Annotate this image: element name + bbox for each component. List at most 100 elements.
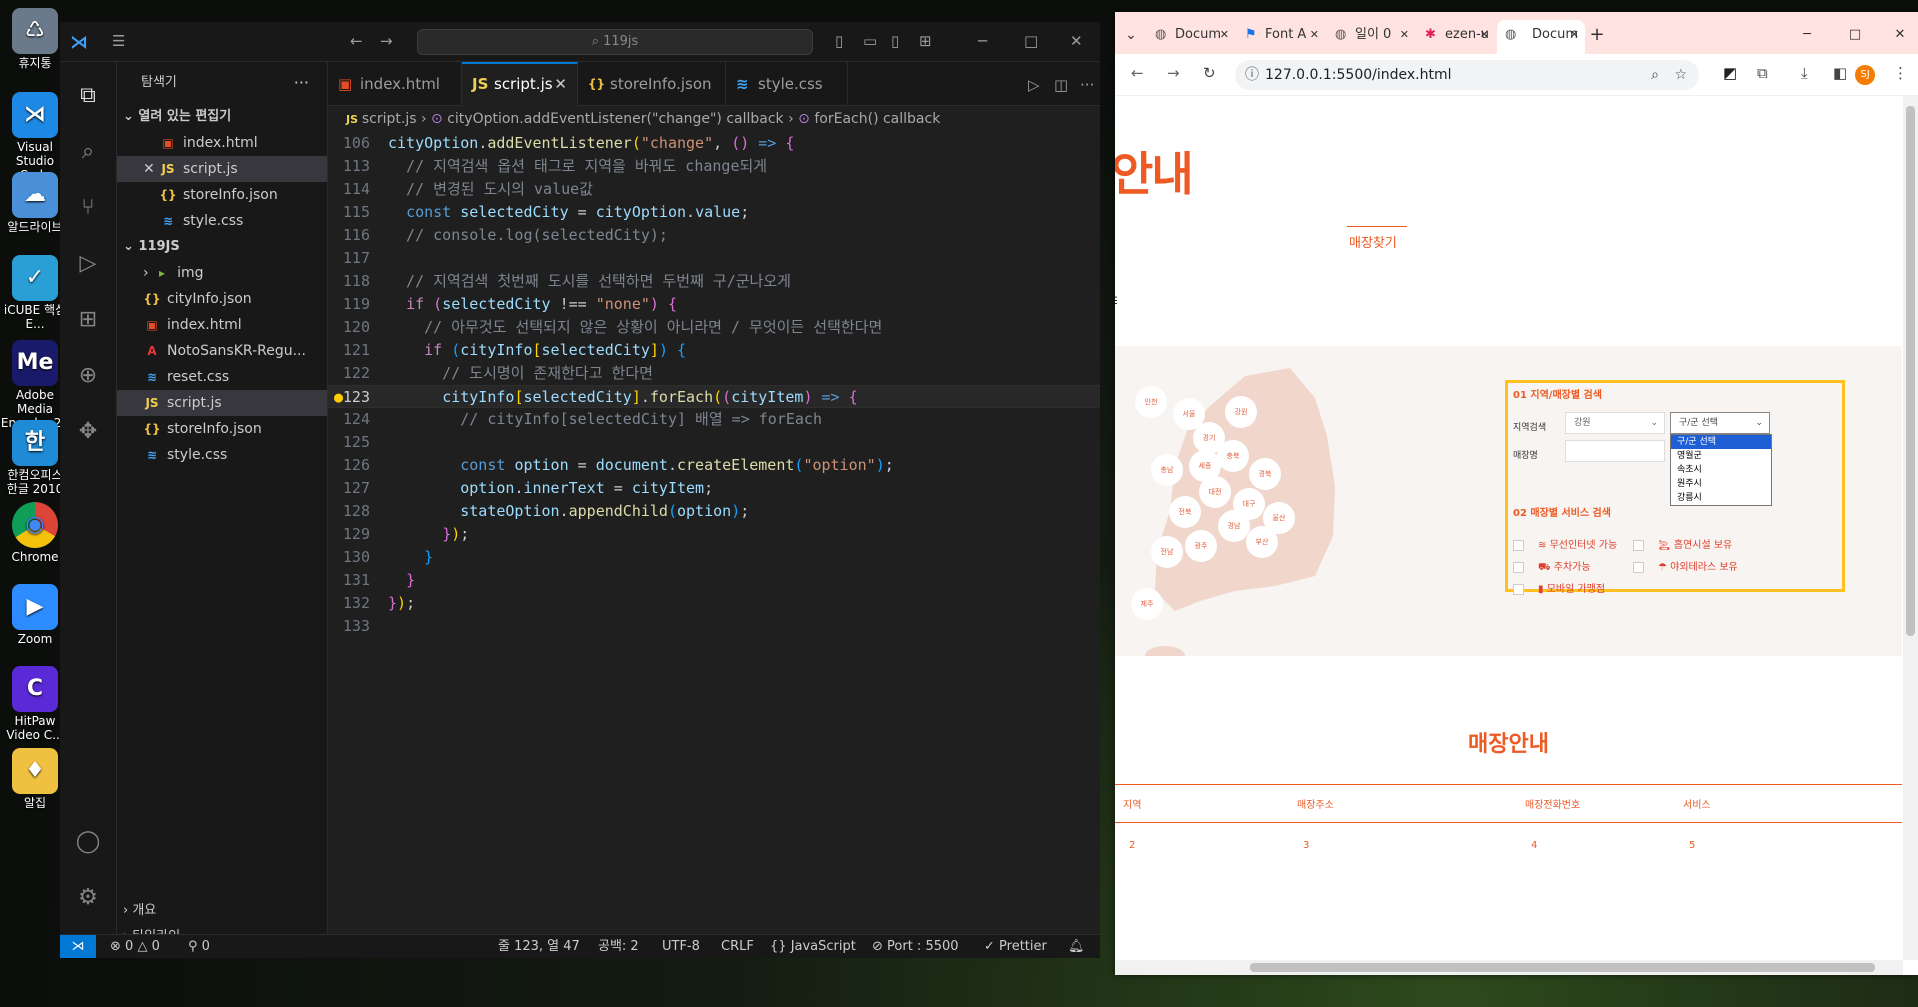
service-checkbox[interactable] (1633, 539, 1644, 551)
city-marker[interactable]: 대전 (1199, 476, 1231, 508)
open-editors-section[interactable]: ⌄ 열려 있는 편집기 (117, 104, 327, 130)
close-icon[interactable]: ✕ (1890, 20, 1910, 54)
open-editor-item[interactable]: ▣ index.html (117, 130, 327, 156)
folder-item[interactable]: › ▸ img (117, 260, 327, 286)
extensions-puzzle-icon[interactable]: ⧉ (1757, 64, 1768, 82)
browser-tab[interactable]: ⚑ Font A ✕ (1237, 20, 1325, 54)
language-mode[interactable]: {} JavaScript (770, 935, 856, 958)
city-marker[interactable]: 강원 (1225, 396, 1257, 428)
tab-close-icon[interactable]: ✕ (1400, 20, 1409, 50)
indentation[interactable]: 공백: 2 (598, 935, 639, 958)
breadcrumb-symbol[interactable]: forEach() callback (814, 111, 940, 127)
reload-icon[interactable]: ↻ (1203, 64, 1216, 82)
tab-script-js[interactable]: JS script.js ✕ (462, 62, 578, 106)
back-arrow-icon[interactable]: ← (350, 32, 363, 50)
service-option[interactable]: ☂ 야외테라스 보유 (1633, 558, 1738, 573)
city-marker[interactable]: 경북 (1249, 458, 1281, 490)
code-editor[interactable]: 106 cityOption.addEventListener("change",… (328, 132, 1100, 638)
browser-tab[interactable]: ◍ Docum ✕ (1497, 20, 1585, 54)
more-actions-icon[interactable]: ··· (294, 62, 309, 104)
back-arrow-icon[interactable]: ← (1131, 64, 1144, 82)
project-section[interactable]: ⌄ 119JS (117, 234, 327, 260)
browser-tab[interactable]: ◍ 일이 0 ✕ (1327, 20, 1415, 54)
minimize-icon[interactable]: ─ (978, 32, 987, 50)
region-select[interactable]: 강원 ⌄ (1565, 412, 1665, 434)
forward-arrow-icon[interactable]: → (1167, 64, 1180, 82)
accounts-icon[interactable]: ◯ (74, 828, 102, 856)
open-editor-item[interactable]: {} storeInfo.json (117, 182, 327, 208)
store-name-input[interactable] (1565, 440, 1665, 462)
search-icon[interactable]: ⌕ (74, 138, 102, 166)
extensions-icon[interactable]: ⊞ (74, 306, 102, 334)
encoding[interactable]: UTF-8 (662, 935, 700, 958)
toggle-secondary-sidebar-icon[interactable]: ▯ (891, 32, 899, 50)
tab-storeinfo-json[interactable]: {} storeInfo.json (578, 62, 726, 106)
service-option[interactable]: ▮ 모바일 가맹점 (1513, 580, 1605, 595)
notifications-bell-icon[interactable]: 🔔︎ (1068, 935, 1085, 958)
scrollbar-thumb[interactable] (1250, 963, 1875, 972)
run-debug-icon[interactable]: ▷ (74, 250, 102, 278)
explorer-icon[interactable]: ⧉ (74, 82, 102, 110)
customize-layout-icon[interactable]: ⊞ (919, 32, 932, 50)
split-editor-icon[interactable]: ◫ (1054, 76, 1068, 94)
find-store-tab[interactable]: 매장찾기 (1349, 232, 1397, 251)
zoom-icon[interactable]: ⌕ (1651, 60, 1659, 90)
horizontal-scrollbar[interactable] (1115, 960, 1903, 975)
new-tab-icon[interactable]: + (1587, 20, 1607, 54)
tab-close-icon[interactable]: ✕ (1570, 20, 1579, 50)
browser-tab[interactable]: ✱ ezen-u ✕ (1417, 20, 1495, 54)
side-panel-icon[interactable]: ◧ (1833, 64, 1847, 82)
scrollbar-thumb[interactable] (1906, 106, 1915, 636)
problems-indicator[interactable]: ⊗ 0 △ 0 (110, 935, 160, 958)
profile-avatar[interactable]: SJ (1855, 65, 1875, 85)
cursor-position[interactable]: 줄 123, 열 47 (498, 935, 580, 958)
file-item[interactable]: ≋ reset.css (117, 364, 327, 390)
file-item[interactable]: {} cityInfo.json (117, 286, 327, 312)
service-checkbox[interactable] (1513, 539, 1524, 551)
service-option[interactable]: ≋ 무선인터넷 가능 (1513, 536, 1617, 551)
open-editor-item[interactable]: ≋ style.css (117, 208, 327, 234)
breadcrumb-symbol[interactable]: cityOption.addEventListener("change") ca… (447, 111, 783, 127)
run-icon[interactable]: ▷ (1028, 76, 1040, 94)
bookmark-star-icon[interactable]: ☆ (1674, 60, 1687, 90)
source-control-icon[interactable]: ⑂ (74, 194, 102, 222)
city-marker[interactable]: 제주 (1131, 588, 1163, 620)
tab-close-icon[interactable]: ✕ (1310, 20, 1319, 50)
prettier-status[interactable]: ✓ Prettier (984, 935, 1047, 958)
menu-icon[interactable]: ☰ (112, 32, 125, 50)
file-item[interactable]: {} storeInfo.json (117, 416, 327, 442)
settings-gear-icon[interactable]: ⚙ (74, 884, 102, 912)
service-option[interactable]: 🚬︎ 흡연시설 보유 (1633, 536, 1732, 551)
extension-icon[interactable]: ◩ (1723, 64, 1737, 82)
city-marker[interactable]: 인천 (1135, 386, 1167, 418)
file-item[interactable]: A NotoSansKR-Regu... (117, 338, 327, 364)
tab-close-icon[interactable]: ✕ (1220, 20, 1229, 50)
city-marker[interactable]: 부산 (1246, 526, 1278, 558)
download-icon[interactable]: ⤓ (1801, 64, 1808, 82)
dropdown-option[interactable]: 구/군 선택 (1671, 435, 1771, 449)
editor-more-icon[interactable]: ··· (1080, 76, 1094, 94)
extension-pack-icon[interactable]: ✥ (74, 418, 102, 446)
lightbulb-icon[interactable]: ● (334, 386, 343, 409)
file-item[interactable]: ≋ style.css (117, 442, 327, 468)
dropdown-option[interactable]: 강릉시 (1671, 491, 1771, 505)
city-marker[interactable]: 경남 (1218, 510, 1250, 542)
dropdown-option[interactable]: 영월군 (1671, 449, 1771, 463)
vertical-scrollbar[interactable] (1903, 96, 1918, 960)
remote-indicator-icon[interactable]: ⋊ (60, 935, 96, 958)
forward-arrow-icon[interactable]: → (380, 32, 393, 50)
tab-close-icon[interactable]: ✕ (554, 64, 567, 104)
toggle-sidebar-icon[interactable]: ▯ (835, 32, 843, 50)
maximize-icon[interactable]: □ (1845, 20, 1865, 54)
maximize-icon[interactable]: □ (1024, 32, 1038, 50)
dropdown-option[interactable]: 속초시 (1671, 463, 1771, 477)
toggle-panel-icon[interactable]: ▭ (863, 32, 877, 50)
command-center-search[interactable]: ⌕ 119js (417, 29, 813, 55)
city-marker[interactable]: 충남 (1151, 454, 1183, 486)
address-bar[interactable]: ⓘ 127.0.0.1:5500/index.html ⌕ ☆ (1235, 60, 1699, 90)
close-icon[interactable]: ✕ (143, 156, 155, 182)
file-item[interactable]: ▣ index.html (117, 312, 327, 338)
dropdown-option[interactable]: 원주시 (1671, 477, 1771, 491)
service-checkbox[interactable] (1633, 561, 1644, 573)
city-marker[interactable]: 광주 (1185, 530, 1217, 562)
